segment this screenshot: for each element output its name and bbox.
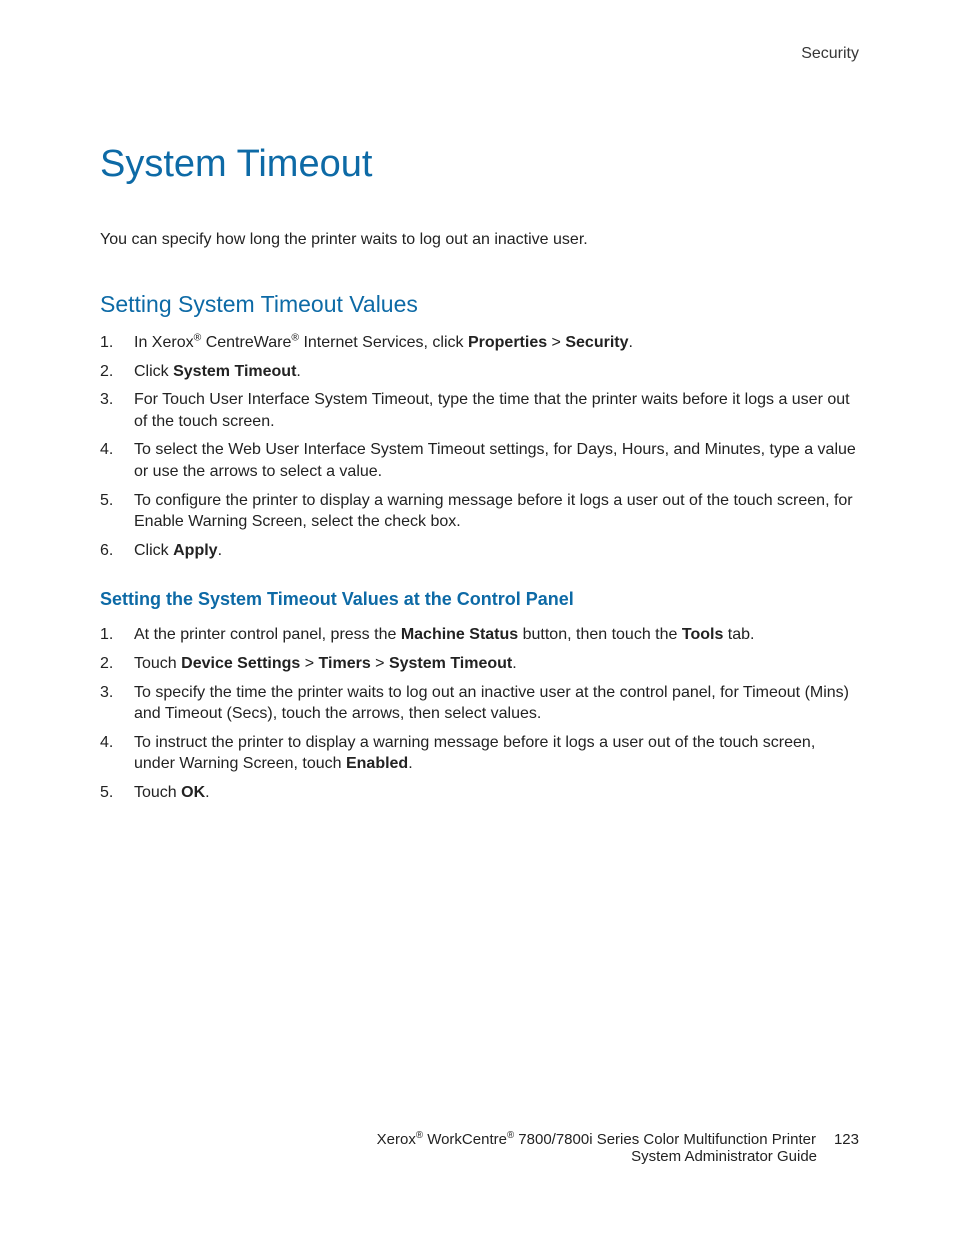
page-number: 123 (834, 1131, 859, 1148)
list-item: 1. In Xerox® CentreWare® Internet Servic… (100, 332, 859, 354)
list-item: 4. To select the Web User Interface Syst… (100, 439, 859, 482)
step-number: 3. (100, 389, 134, 432)
page-title: System Timeout (100, 143, 859, 186)
step-number: 4. (100, 439, 134, 482)
intro-paragraph: You can specify how long the printer wai… (100, 231, 859, 249)
step-body: Touch OK. (134, 782, 859, 804)
list-item: 3. To specify the time the printer waits… (100, 682, 859, 725)
step-number: 1. (100, 624, 134, 646)
step-number: 2. (100, 361, 134, 383)
list-item: 3. For Touch User Interface System Timeo… (100, 389, 859, 432)
step-body: To select the Web User Interface System … (134, 439, 859, 482)
step-body: To instruct the printer to display a war… (134, 732, 859, 775)
step-number: 6. (100, 540, 134, 562)
step-body: Touch Device Settings > Timers > System … (134, 653, 859, 675)
step-number: 4. (100, 732, 134, 775)
list-item: 2. Touch Device Settings > Timers > Syst… (100, 653, 859, 675)
step-number: 5. (100, 490, 134, 533)
list-item: 6. Click Apply. (100, 540, 859, 562)
sub-heading-control-panel: Setting the System Timeout Values at the… (100, 589, 859, 610)
step-body: Click Apply. (134, 540, 859, 562)
list-item: 2. Click System Timeout. (100, 361, 859, 383)
steps-list-1: 1. In Xerox® CentreWare® Internet Servic… (100, 332, 859, 561)
list-item: 5. To configure the printer to display a… (100, 490, 859, 533)
section-heading-setting-values: Setting System Timeout Values (100, 291, 859, 318)
step-body: Click System Timeout. (134, 361, 859, 383)
step-body: At the printer control panel, press the … (134, 624, 859, 646)
step-number: 3. (100, 682, 134, 725)
step-number: 5. (100, 782, 134, 804)
step-body: To specify the time the printer waits to… (134, 682, 859, 725)
list-item: 5. Touch OK. (100, 782, 859, 804)
step-number: 2. (100, 653, 134, 675)
list-item: 4. To instruct the printer to display a … (100, 732, 859, 775)
footer-line-2: System Administrator Guide (100, 1148, 859, 1165)
step-body: For Touch User Interface System Timeout,… (134, 389, 859, 432)
page-footer: Xerox® WorkCentre® 7800/7800i Series Col… (100, 1131, 859, 1165)
footer-line-1: Xerox® WorkCentre® 7800/7800i Series Col… (100, 1131, 859, 1148)
header-section-label: Security (100, 45, 859, 63)
step-number: 1. (100, 332, 134, 354)
list-item: 1. At the printer control panel, press t… (100, 624, 859, 646)
step-body: In Xerox® CentreWare® Internet Services,… (134, 332, 859, 354)
step-body: To configure the printer to display a wa… (134, 490, 859, 533)
steps-list-2: 1. At the printer control panel, press t… (100, 624, 859, 803)
